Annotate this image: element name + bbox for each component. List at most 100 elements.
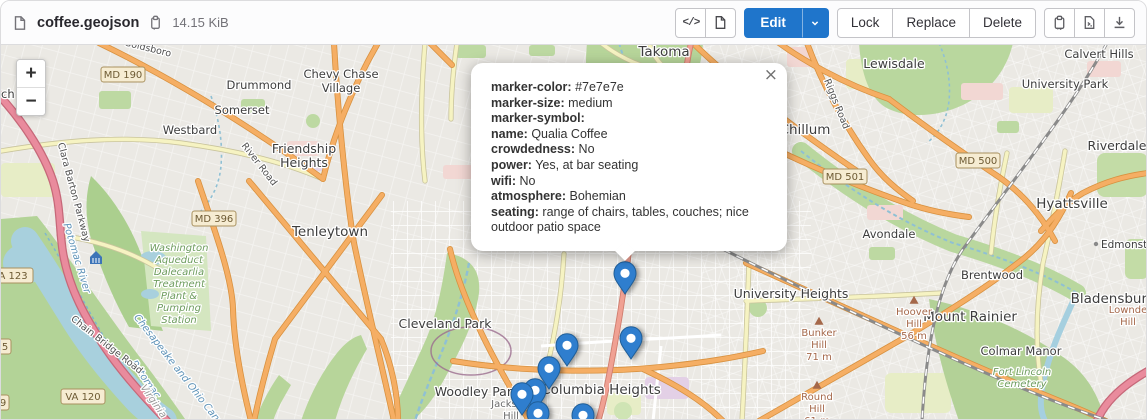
popup-field-power: power: Yes, at bar seating (491, 158, 767, 174)
popup-field-atmosphere: atmosphere: Bohemian (491, 189, 767, 205)
edit-button[interactable]: Edit (744, 8, 802, 38)
map-label-chevy-chase-2: Village (322, 81, 361, 95)
map-label-friendship-1: Friendship (272, 141, 336, 156)
svg-text:MD 190: MD 190 (104, 70, 143, 81)
header-actions: </> Edit Lock Replace Delete (675, 8, 1135, 38)
hill-label-round-elev: 61 m (804, 416, 830, 419)
delete-button[interactable]: Delete (969, 8, 1036, 38)
map-label-lewisdale: Lewisdale (863, 56, 925, 71)
popup-field-wifi: wifi: No (491, 174, 767, 190)
map-label-calvert-hills: Calvert Hills (1064, 47, 1133, 61)
route-shield-md500: MD 500 (956, 153, 1000, 168)
map-label-tenleytown: Tenleytown (291, 224, 368, 240)
map-canvas[interactable]: MD 190 MD 396 MD 500 MD 501 VA 120 A 123… (1, 45, 1146, 419)
aqueduct-label-3: Dalecarlia (154, 267, 204, 278)
svg-text:MD 396: MD 396 (195, 214, 234, 225)
route-shield-va120: VA 120 (61, 389, 105, 404)
popup-field-crowdedness: crowdedness: No (491, 142, 767, 158)
aqueduct-label-5: Plant & (161, 291, 197, 302)
popup-field-seating: seating: range of chairs, tables, couche… (491, 205, 767, 236)
aqueduct-label-6: Pumping (157, 303, 201, 314)
map-label-drummond: Drummond (227, 78, 292, 92)
map-label-brentwood: Brentwood (961, 268, 1023, 282)
copy-file-path-icon[interactable] (148, 15, 163, 30)
display-rendered-button[interactable] (705, 8, 736, 38)
copy-contents-button[interactable] (1044, 8, 1075, 38)
display-source-button[interactable]: </> (675, 8, 706, 38)
route-shield-md501: MD 501 (823, 169, 867, 184)
map-label-westbard: Westbard (163, 123, 217, 137)
document-icon (713, 15, 728, 30)
svg-text:A 123: A 123 (1, 271, 28, 282)
svg-text:VA 120: VA 120 (65, 392, 100, 403)
svg-text:MD 500: MD 500 (959, 156, 998, 167)
route-shield-partial-top: 5 (1, 339, 11, 354)
aqueduct-label-2: Aqueduct (154, 255, 204, 266)
hill-label-bunker-2: Hill (811, 340, 827, 351)
file-header: coffee.geojson 14.15 KiB </> Edit Lock R… (1, 1, 1146, 45)
popup-field-marker-symbol: marker-symbol: (491, 111, 767, 127)
hill-label-hoover-2: Hill (906, 319, 922, 330)
map-label-university-park: University Park (1022, 77, 1109, 91)
hill-label-lownde-2: Hill (1120, 317, 1136, 328)
aqueduct-label-4: Treatment (153, 279, 206, 290)
zoom-in-button[interactable]: + (17, 60, 45, 87)
map-label-somerset: Somerset (215, 103, 270, 117)
map-label-friendship-2: Heights (280, 155, 328, 170)
hill-label-bunker-1: Bunker (801, 328, 837, 339)
map-label-colmar-manor: Colmar Manor (981, 344, 1062, 358)
hill-label-bunker-elev: 71 m (806, 352, 832, 363)
edit-dropdown-button[interactable] (802, 8, 829, 38)
hill-label-hoover-1: Hoover (896, 307, 933, 318)
open-raw-button[interactable] (1074, 8, 1105, 38)
view-toggle-group: </> (675, 8, 736, 38)
copy-to-clipboard-icon (1052, 15, 1067, 30)
map-label-woodley-park: Woodley Park (435, 384, 520, 399)
map-label-chevy-chase-1: Chevy Chase (303, 67, 378, 81)
zoom-out-button[interactable]: − (17, 87, 45, 115)
popup-field-marker-size: marker-size: medium (491, 96, 767, 112)
document-code-icon (1082, 15, 1097, 30)
file-utility-group (1044, 8, 1135, 38)
hill-label-lownde-1: Lownde (1109, 305, 1146, 316)
download-icon (1112, 15, 1127, 30)
chevron-down-icon (809, 17, 821, 29)
lock-button[interactable]: Lock (837, 8, 894, 38)
hill-label-round-2: Hill (809, 404, 825, 415)
edit-split-button: Edit (744, 8, 829, 38)
map-zoom-control: + − (16, 59, 46, 116)
route-shield-partial-bottom: 9 (1, 395, 9, 410)
document-icon (12, 15, 28, 31)
map-label-cut-fragment: ch (1, 87, 15, 101)
map-label-columbia-heights: Columbia Heights (541, 382, 661, 398)
popup-field-name: name: Qualia Coffee (491, 127, 767, 143)
hill-label-hoover-elev: 56 m (901, 331, 927, 342)
aqueduct-label-7: Station (161, 315, 197, 326)
map-label-chillum: Chillum (780, 122, 831, 138)
aqueduct-label-1: Washington (150, 243, 209, 254)
download-button[interactable] (1104, 8, 1135, 38)
code-icon: </> (683, 17, 700, 29)
map-label-university-heights: University Heights (734, 286, 849, 301)
popup-close-icon[interactable]: × (764, 67, 778, 84)
popup-field-marker-color: marker-color: #7e7e7e (491, 80, 767, 96)
file-viewer-card: coffee.geojson 14.15 KiB </> Edit Lock R… (0, 0, 1147, 420)
file-action-group: Lock Replace Delete (837, 8, 1036, 38)
svg-text:MD 501: MD 501 (826, 172, 865, 183)
file-name: coffee.geojson (37, 15, 139, 31)
map-label-cleveland-park: Cleveland Park (399, 316, 493, 331)
map-label-jackso-hill: Hill (503, 411, 519, 419)
file-info: coffee.geojson 14.15 KiB (12, 15, 229, 31)
replace-button[interactable]: Replace (892, 8, 970, 38)
route-shield-md190: MD 190 (101, 67, 145, 82)
fort-lincoln-label-1: Fort Lincoln (993, 367, 1052, 378)
map-label-hyattsville: Hyattsville (1036, 196, 1108, 212)
svg-text:9: 9 (1, 398, 6, 409)
map-label-avondale: Avondale (863, 227, 916, 241)
map-marker[interactable] (527, 402, 549, 419)
map-label-mount-rainier: Mount Rainier (923, 309, 1017, 325)
map-label-riverdale: Riverdale (1088, 138, 1146, 153)
svg-text:5: 5 (2, 342, 8, 353)
route-shield-md396: MD 396 (192, 211, 236, 226)
feature-popup: × marker-color: #7e7e7e marker-size: med… (471, 63, 787, 251)
